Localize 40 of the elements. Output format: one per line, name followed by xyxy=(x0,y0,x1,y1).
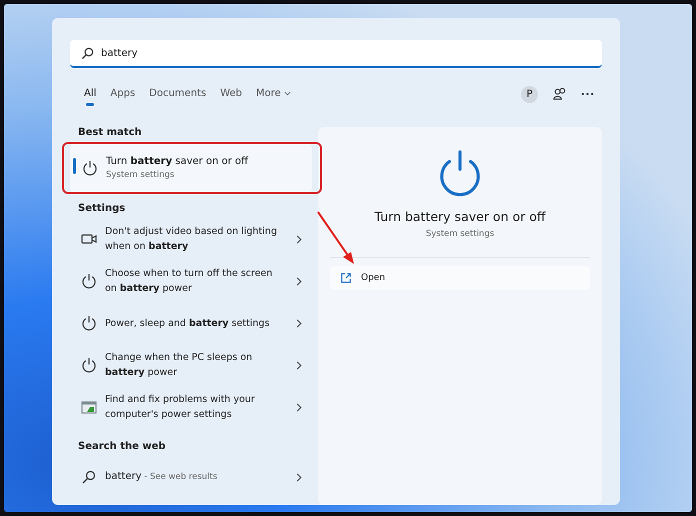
search-field[interactable]: battery xyxy=(70,40,602,68)
power-icon xyxy=(81,357,97,373)
chevron-right-icon xyxy=(296,276,302,286)
section-heading: Settings xyxy=(77,202,126,216)
filter-tab[interactable]: All xyxy=(78,82,102,106)
section-heading: Best match xyxy=(77,126,143,140)
chevron-right-icon xyxy=(296,402,302,412)
settings-result[interactable]: Don't adjust video based on lighting when on battery xyxy=(70,220,312,258)
annotation-arrow xyxy=(316,210,356,266)
settings-result[interactable]: Find and fix problems with your computer's power settings xyxy=(70,388,312,426)
search-icon xyxy=(81,469,97,485)
filter-tab[interactable]: Web xyxy=(214,82,248,106)
selection-indicator xyxy=(73,158,76,174)
result-subtitle: System settings xyxy=(106,170,176,180)
open-action[interactable]: Open xyxy=(330,266,590,290)
chevron-right-icon xyxy=(296,360,302,370)
filter-tab[interactable]: Documents xyxy=(143,82,212,106)
section-heading: Search the web xyxy=(77,440,167,454)
chevron-right-icon xyxy=(296,472,302,482)
chevron-right-icon xyxy=(296,234,302,244)
open-external-icon xyxy=(340,272,352,284)
search-icon xyxy=(81,47,94,60)
chevron-right-icon xyxy=(296,318,302,328)
web-search-result[interactable]: battery - See web results xyxy=(70,458,312,496)
settings-result[interactable]: Power, sleep and battery settings xyxy=(70,304,312,342)
result-title: Turn battery saver on or off xyxy=(106,156,248,167)
more-options-icon[interactable] xyxy=(581,92,594,96)
troubleshooter-icon xyxy=(81,399,97,415)
power-icon xyxy=(82,160,98,176)
best-match-result[interactable]: Turn battery saver on or off System settings xyxy=(70,144,312,192)
settings-result[interactable]: Change when the PC sleeps on battery power xyxy=(70,346,312,384)
power-icon xyxy=(81,315,97,331)
filter-tab[interactable]: More xyxy=(250,82,297,106)
filter-tab[interactable]: Apps xyxy=(104,82,142,106)
settings-result[interactable]: Choose when to turn off the screen on battery power xyxy=(70,262,312,300)
preview-title: Turn battery saver on or off xyxy=(374,209,546,224)
preview-subtitle: System settings xyxy=(426,229,494,239)
people-icon[interactable] xyxy=(552,86,567,102)
account-avatar[interactable]: P xyxy=(521,86,538,102)
power-icon xyxy=(81,273,97,289)
